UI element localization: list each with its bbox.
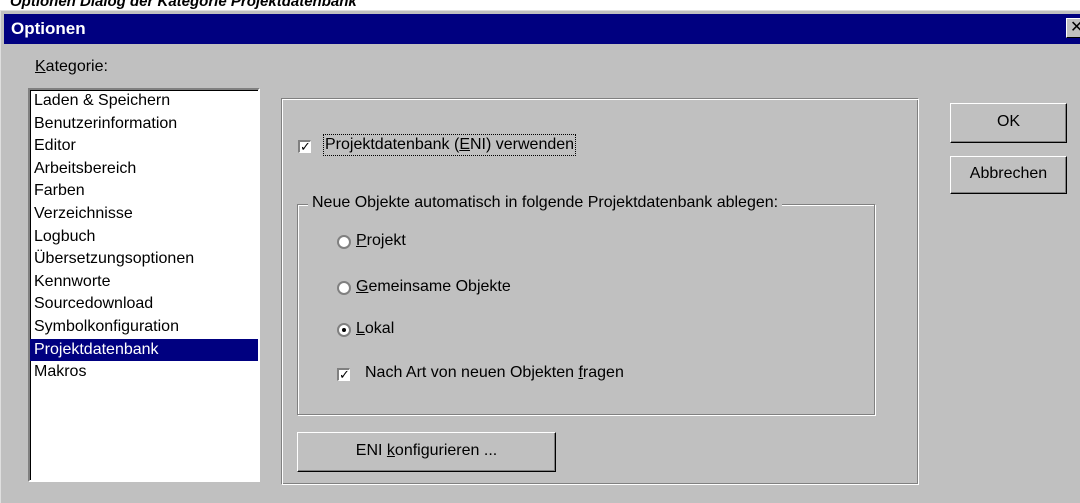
radio-projekt-label[interactable]: Projekt — [356, 232, 406, 250]
check-icon: ✓ — [300, 139, 311, 154]
groupbox-title: Neue Objekte automatisch in folgende Pro… — [308, 194, 783, 212]
radio-projekt[interactable] — [337, 235, 351, 249]
kategorie-listbox[interactable]: Laden & Speichern Benutzerinformation Edit… — [28, 88, 260, 482]
radio-dot-icon — [342, 328, 346, 332]
kategorie-item[interactable]: Arbeitsbereich — [30, 158, 258, 181]
check-icon: ✓ — [339, 367, 350, 382]
ask-type-checkbox[interactable]: ✓ — [337, 368, 350, 381]
kategorie-item[interactable]: Kennworte — [30, 271, 258, 294]
eni-configure-button[interactable]: ENI konfigurieren ... — [297, 432, 556, 472]
title-bar[interactable]: Optionen ✕ — [4, 14, 1080, 44]
kategorie-item[interactable]: Farben — [30, 180, 258, 203]
figure-caption: Optionen Dialog der Kategorie Projektdat… — [10, 0, 357, 10]
kategorie-item[interactable]: Benutzerinformation — [30, 113, 258, 136]
radio-lokal[interactable] — [337, 323, 351, 337]
ok-button[interactable]: OK — [950, 103, 1067, 143]
kategorie-item[interactable]: Editor — [30, 135, 258, 158]
window-title: Optionen — [11, 19, 86, 38]
kategorie-label: Kategorie: — [35, 58, 108, 75]
kategorie-item[interactable]: Logbuch — [30, 226, 258, 249]
kategorie-item[interactable]: Projektdatenbank — [30, 338, 258, 362]
cancel-button[interactable]: Abbrechen — [950, 156, 1067, 194]
kategorie-item[interactable]: Laden & Speichern — [30, 90, 258, 113]
radio-gemeinsame-objekte[interactable] — [337, 281, 351, 295]
eni-checkbox[interactable]: ✓ — [298, 140, 311, 153]
kategorie-item[interactable]: Makros — [30, 361, 258, 384]
eni-checkbox-label[interactable]: Projektdatenbank (ENI) verwenden — [322, 134, 577, 156]
radio-gemeinsame-objekte-label[interactable]: Gemeinsame Objekte — [356, 278, 511, 296]
radio-lokal-label[interactable]: Lokal — [356, 320, 394, 338]
kategorie-item[interactable]: Sourcedownload — [30, 293, 258, 316]
ask-type-label[interactable]: Nach Art von neuen Objekten fragen — [365, 364, 624, 382]
kategorie-item[interactable]: Verzeichnisse — [30, 203, 258, 226]
close-icon[interactable]: ✕ — [1066, 18, 1080, 38]
kategorie-item[interactable]: Symbolkonfiguration — [30, 316, 258, 339]
kategorie-item[interactable]: Übersetzungsoptionen — [30, 248, 258, 271]
